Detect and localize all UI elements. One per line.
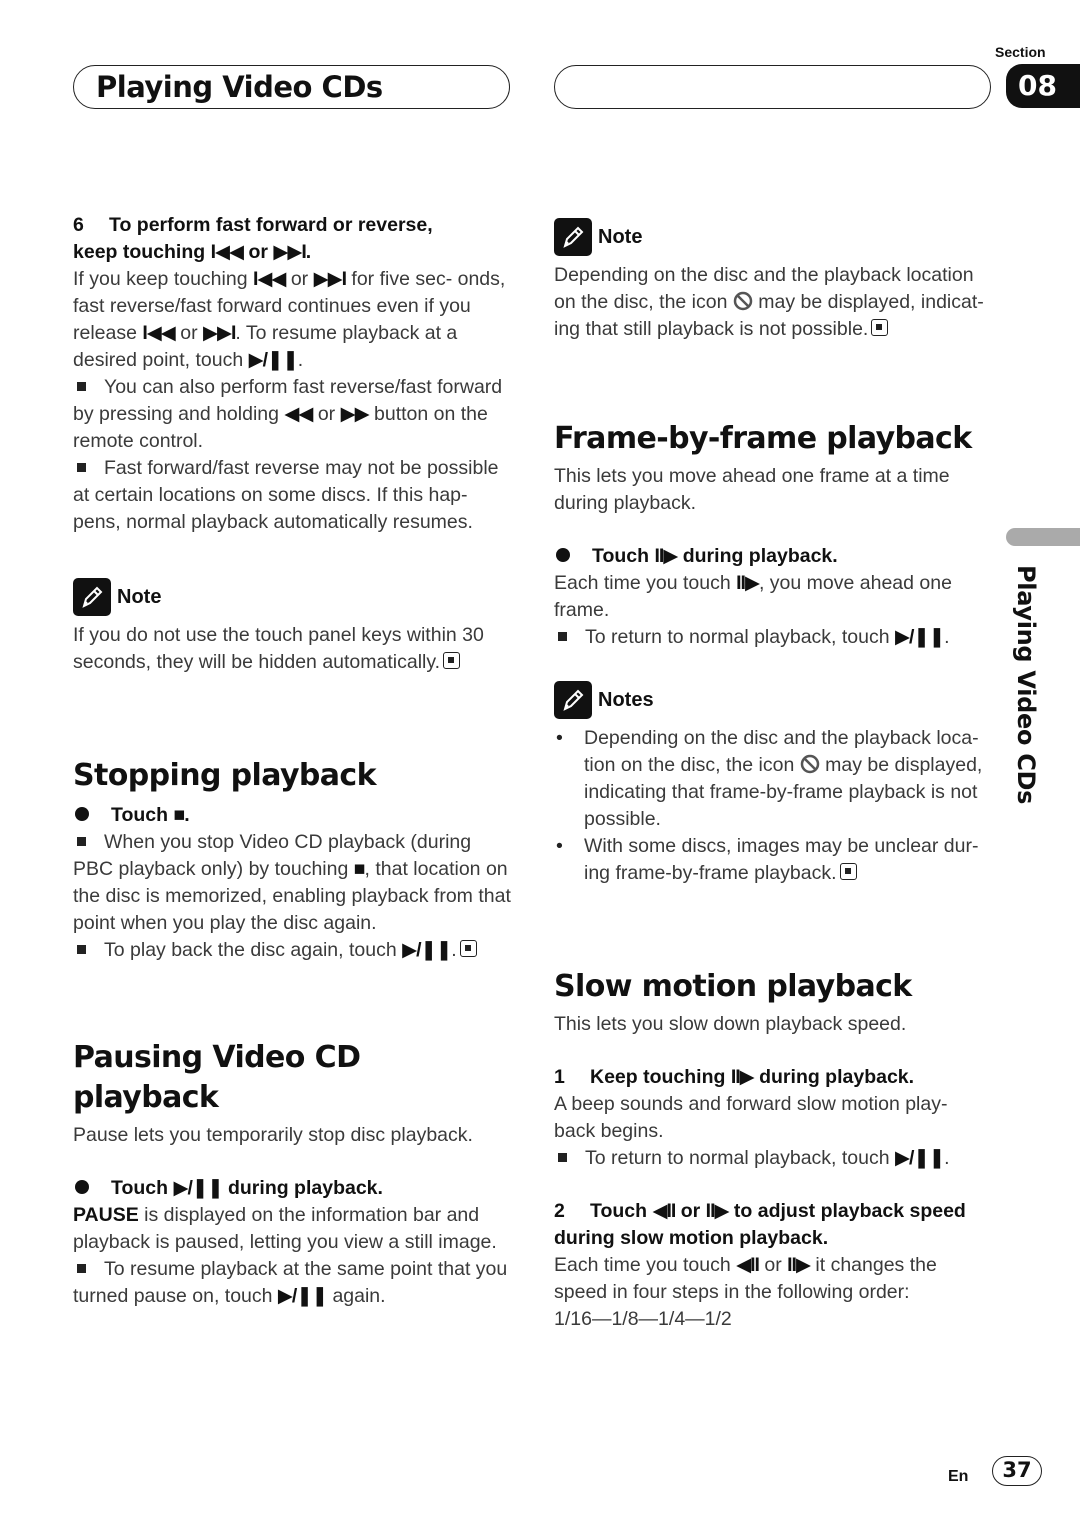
- bullet-item: You can also perform fast reverse/fast f…: [73, 376, 503, 452]
- speed-order: 1/16—1/8—1/4—1/2: [554, 1308, 732, 1330]
- bullet-item: To return to normal playback, touch ▶/❚❚…: [554, 1145, 994, 1172]
- play-pause-icon: ▶/❚❚: [402, 939, 452, 961]
- stop-icon: ■: [353, 858, 366, 880]
- bullet-item: To play back the disc again, touch ▶/❚❚.: [73, 937, 513, 964]
- prohibited-icon: [800, 754, 819, 774]
- bullet-item: When you stop Video CD playback (during …: [73, 831, 511, 934]
- round-bullet-icon: [75, 807, 89, 822]
- list-item: Depending on the disc and the playback l…: [554, 725, 994, 833]
- step-heading: 6 To perform fast forward or reverse, kee…: [73, 214, 433, 263]
- step-forward-icon: II▶: [787, 1254, 811, 1276]
- section-heading: Frame-by-frame playback: [554, 421, 972, 456]
- bullet-item: Fast forward/fast reverse may not be pos…: [73, 457, 499, 533]
- previous-track-icon: I◀◀: [142, 322, 175, 344]
- pencil-note-icon: [554, 681, 592, 719]
- round-bullet-icon: [556, 548, 570, 563]
- square-bullet-icon: [77, 381, 86, 391]
- play-pause-icon: ▶/❚❚: [895, 1147, 945, 1169]
- step-body: If you keep touching I◀◀ or ▶▶I for five…: [73, 268, 506, 371]
- header-blank-box: [554, 65, 991, 109]
- previous-track-icon: I◀◀: [210, 241, 244, 263]
- action-line: Touch ■.: [73, 802, 513, 829]
- step-forward-icon: II▶: [730, 1066, 755, 1088]
- action-line: Touch ▶/❚❚ during playback.: [73, 1175, 513, 1202]
- notes-list: Depending on the disc and the playback l…: [554, 725, 994, 887]
- square-bullet-icon: [558, 631, 567, 641]
- side-tab-label: Playing Video CDs: [1012, 565, 1040, 805]
- square-bullet-icon: [77, 944, 86, 954]
- end-of-section-icon: [443, 652, 461, 669]
- page-number: 37: [992, 1456, 1042, 1486]
- action-line: Touch II▶ during playback.: [554, 543, 994, 570]
- play-pause-icon: ▶/❚❚: [248, 349, 299, 371]
- pencil-note-icon: [554, 218, 592, 256]
- next-track-icon: ▶▶I: [313, 268, 347, 290]
- action-body: PAUSE is displayed on the information ba…: [73, 1204, 497, 1253]
- step-back-icon: ◀II: [736, 1254, 760, 1276]
- prohibited-icon: [733, 291, 753, 311]
- right-column: Note Depending on the disc and the playb…: [554, 218, 994, 1333]
- play-pause-icon: ▶/❚❚: [895, 626, 945, 648]
- section-number-tab: 08: [1006, 64, 1080, 108]
- rewind-icon: ◀◀: [284, 403, 313, 425]
- notes-box: Notes Depending on the disc and the play…: [554, 681, 994, 887]
- note-text: If you do not use the touch panel keys w…: [73, 624, 484, 673]
- list-item: With some discs, images may be unclear d…: [554, 833, 994, 887]
- note-title: Note: [117, 585, 162, 608]
- note-title: Note: [598, 225, 643, 248]
- step-forward-icon: II▶: [705, 1200, 730, 1222]
- square-bullet-icon: [77, 836, 86, 846]
- note-text: Depending on the disc and the playback l…: [554, 264, 984, 340]
- step-heading: 1 Keep touching II▶ during playback.: [554, 1066, 915, 1088]
- next-track-icon: ▶▶I: [273, 241, 306, 263]
- section-heading: Stopping playback: [73, 758, 377, 793]
- section-heading: Slow motion playback: [554, 969, 912, 1004]
- end-of-section-icon: [839, 863, 857, 880]
- step-heading: 2 Touch ◀II or II▶ to adjust playback spe…: [554, 1200, 966, 1249]
- chapter-title: Playing Video CDs: [96, 70, 383, 104]
- note-title: Notes: [598, 688, 654, 711]
- section-intro: This lets you move ahead one frame at a …: [554, 465, 950, 514]
- square-bullet-icon: [558, 1152, 567, 1162]
- step-body: A beep sounds and forward slow motion pl…: [554, 1093, 948, 1142]
- section-label: Section: [995, 44, 1046, 60]
- bullet-item: To resume playback at the same point tha…: [73, 1258, 508, 1307]
- stop-icon: ■: [173, 804, 185, 826]
- end-of-section-icon: [871, 319, 889, 336]
- note-box: Note If you do not use the touch panel k…: [73, 578, 513, 676]
- section-stopping: Stopping playback Touch ■. When you stop…: [73, 756, 513, 964]
- pencil-note-icon: [73, 578, 111, 616]
- next-track-icon: ▶▶I: [203, 322, 236, 344]
- square-bullet-icon: [77, 462, 86, 472]
- round-bullet-icon: [75, 1180, 89, 1195]
- language-label: En: [948, 1468, 969, 1485]
- note-box: Note Depending on the disc and the playb…: [554, 218, 994, 343]
- play-pause-icon: ▶/❚❚: [277, 1285, 328, 1307]
- section-frame-by-frame: Frame-by-frame playback This lets you mo…: [554, 419, 994, 651]
- left-column: 6 To perform fast forward or reverse, kee…: [73, 212, 513, 1310]
- end-of-section-icon: [459, 940, 477, 957]
- step-6: 6 To perform fast forward or reverse, kee…: [73, 212, 513, 536]
- action-body: Each time you touch II▶, you move ahead …: [554, 572, 952, 621]
- section-intro: This lets you slow down playback speed.: [554, 1013, 907, 1035]
- previous-track-icon: I◀◀: [252, 268, 286, 290]
- fast-forward-icon: ▶▶: [340, 403, 370, 425]
- chapter-title-box: Playing Video CDs: [73, 65, 510, 109]
- section-pausing: Pausing Video CD playback Pause lets you…: [73, 1038, 513, 1310]
- section-heading: Pausing Video CD playback: [73, 1040, 361, 1115]
- section-slow-motion: Slow motion playback This lets you slow …: [554, 967, 994, 1333]
- step-forward-icon: II▶: [736, 572, 760, 594]
- pause-indicator-text: PAUSE: [73, 1204, 139, 1226]
- step-body: Each time you touch ◀II or II▶ it change…: [554, 1254, 937, 1303]
- play-pause-icon: ▶/❚❚: [173, 1177, 223, 1199]
- side-tab-bar: [1006, 528, 1080, 546]
- section-intro: Pause lets you temporarily stop disc pla…: [73, 1124, 473, 1146]
- square-bullet-icon: [77, 1263, 86, 1273]
- step-forward-icon: II▶: [654, 545, 678, 567]
- step-back-icon: ◀II: [652, 1200, 676, 1222]
- bullet-item: To return to normal playback, touch ▶/❚❚…: [554, 624, 994, 651]
